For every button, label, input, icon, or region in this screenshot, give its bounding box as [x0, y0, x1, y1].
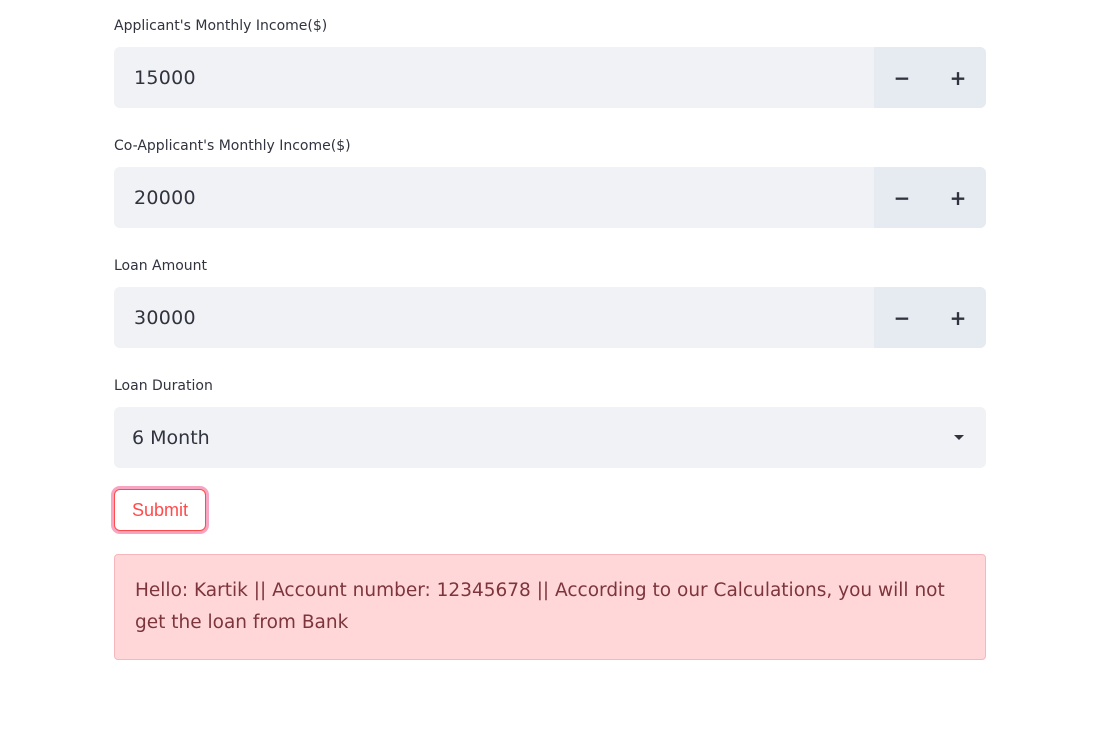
chevron-down-icon[interactable] — [954, 435, 964, 440]
submit-wrapper: Submit — [114, 489, 206, 531]
plus-icon: + — [949, 65, 967, 90]
loan-amount-label: Loan Amount — [114, 258, 208, 274]
decrement-button[interactable]: − — [874, 287, 930, 348]
loan-amount-input[interactable]: 30000 − + — [114, 287, 986, 348]
loan-amount-group: Loan Amount — [114, 256, 986, 276]
submit-button[interactable]: Submit — [114, 489, 206, 531]
applicant-income-value[interactable]: 15000 — [114, 47, 874, 108]
increment-button[interactable]: + — [930, 287, 986, 348]
coapplicant-income-stepper: − + — [874, 167, 986, 228]
coapplicant-income-group: Co-Applicant's Monthly Income($) — [114, 136, 986, 156]
applicant-income-label: Applicant's Monthly Income($) — [114, 18, 328, 34]
minus-icon: − — [893, 65, 911, 90]
coapplicant-income-input[interactable]: 20000 − + — [114, 167, 986, 228]
decrement-button[interactable]: − — [874, 47, 930, 108]
applicant-income-stepper: − + — [874, 47, 986, 108]
applicant-income-input[interactable]: 15000 − + — [114, 47, 986, 108]
minus-icon: − — [893, 185, 911, 210]
result-message: Hello: Kartik || Account number: 1234567… — [135, 580, 945, 633]
increment-button[interactable]: + — [930, 167, 986, 228]
applicant-income-group: Applicant's Monthly Income($) — [114, 16, 986, 36]
coapplicant-income-label: Co-Applicant's Monthly Income($) — [114, 138, 351, 154]
loan-duration-label: Loan Duration — [114, 378, 213, 394]
loan-amount-stepper: − + — [874, 287, 986, 348]
decrement-button[interactable]: − — [874, 167, 930, 228]
minus-icon: − — [893, 305, 911, 330]
plus-icon: + — [949, 305, 967, 330]
loan-duration-value: 6 Month — [132, 426, 210, 449]
coapplicant-income-value[interactable]: 20000 — [114, 167, 874, 228]
loan-amount-value[interactable]: 30000 — [114, 287, 874, 348]
loan-duration-group: Loan Duration — [114, 376, 986, 396]
loan-duration-select[interactable]: 6 Month — [114, 407, 986, 468]
result-alert: Hello: Kartik || Account number: 1234567… — [114, 554, 986, 660]
increment-button[interactable]: + — [930, 47, 986, 108]
plus-icon: + — [949, 185, 967, 210]
